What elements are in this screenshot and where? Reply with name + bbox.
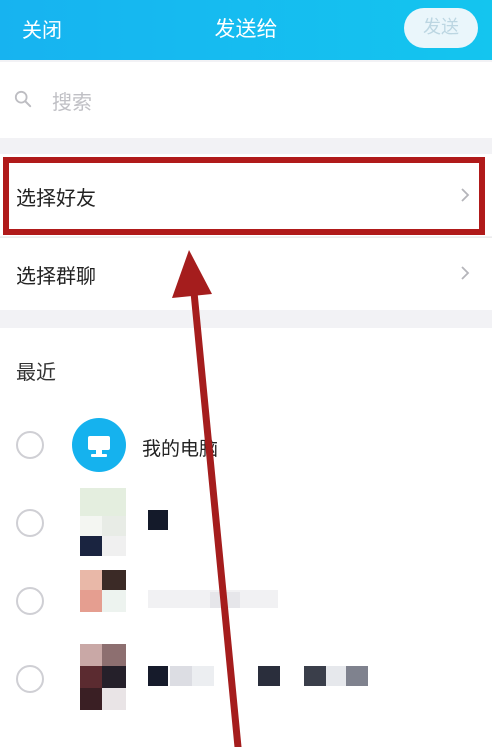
annotation-arrow <box>172 250 242 747</box>
